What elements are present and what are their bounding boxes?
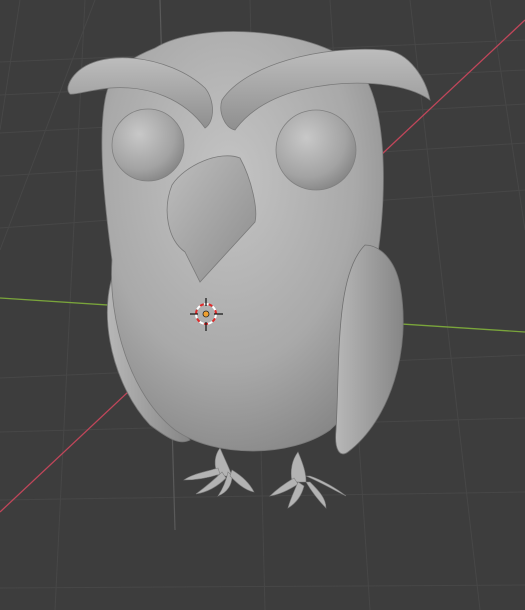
3d-viewport[interactable] bbox=[0, 0, 525, 610]
owl-right-foot bbox=[269, 451, 347, 509]
owl-left-foot bbox=[183, 447, 255, 497]
owl-mesh[interactable] bbox=[67, 31, 431, 509]
owl-left-eye bbox=[111, 108, 185, 182]
object-origin-icon bbox=[202, 310, 210, 318]
viewport-canvas[interactable] bbox=[0, 0, 525, 610]
owl-right-eye bbox=[275, 109, 357, 191]
